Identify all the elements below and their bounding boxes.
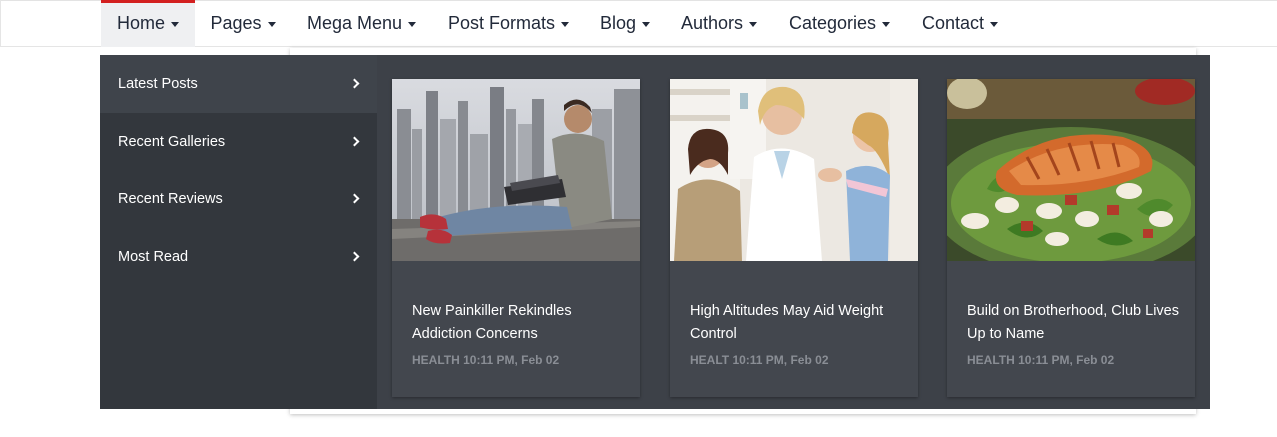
- sidebar-item-label: Most Read: [118, 249, 189, 265]
- nav-contact-label: Contact: [921, 13, 985, 33]
- post-title[interactable]: High Altitudes May Aid Weight Control: [690, 300, 902, 346]
- caret-down-icon: [642, 22, 651, 27]
- chevron-right-icon: [349, 251, 360, 262]
- nav-categories-label: Categories: [788, 13, 877, 33]
- sidebar-item-label: Recent Galleries: [118, 134, 226, 150]
- post-title[interactable]: New Painkiller Rekindles Addiction Conce…: [412, 300, 624, 346]
- nav-pages[interactable]: Pages: [195, 0, 291, 47]
- caret-down-icon: [882, 22, 891, 27]
- post-thumbnail-salmon-salad[interactable]: [947, 79, 1195, 261]
- chevron-right-icon: [349, 193, 360, 204]
- caret-down-icon: [171, 22, 179, 27]
- main-navbar: Home Pages Mega Menu Post Formats Blog A…: [0, 0, 1277, 47]
- chevron-right-icon: [349, 78, 360, 89]
- caret-down-icon: [990, 22, 999, 27]
- nav-post-formats-label: Post Formats: [447, 13, 556, 33]
- nav-pages-label: Pages: [210, 13, 262, 33]
- sidebar-item-most-read[interactable]: Most Read: [100, 228, 377, 286]
- page: Home Pages Mega Menu Post Formats Blog A…: [0, 0, 1277, 437]
- sidebar-item-label: Latest Posts: [118, 76, 198, 92]
- nav-mega-menu-label: Mega Menu: [306, 13, 403, 33]
- post-thumbnail-doctor-with-child[interactable]: [670, 79, 918, 261]
- post-card[interactable]: Build on Brotherhood, Club Lives Up to N…: [947, 79, 1195, 397]
- post-meta: HEALTH 10:11 PM, Feb 02: [967, 353, 1115, 367]
- sidebar-item-latest-posts[interactable]: Latest Posts: [100, 55, 377, 113]
- mega-menu-sidebar: Latest Posts Recent Galleries Recent Rev…: [100, 55, 377, 409]
- sidebar-item-recent-galleries[interactable]: Recent Galleries: [100, 113, 377, 171]
- caret-down-icon: [267, 22, 276, 27]
- post-thumbnail-man-with-laptop[interactable]: [392, 79, 640, 261]
- post-title[interactable]: Build on Brotherhood, Club Lives Up to N…: [967, 300, 1179, 346]
- post-card[interactable]: High Altitudes May Aid Weight Control HE…: [670, 79, 918, 397]
- nav-authors[interactable]: Authors: [665, 0, 773, 47]
- post-card[interactable]: New Painkiller Rekindles Addiction Conce…: [392, 79, 640, 397]
- nav-mega-menu[interactable]: Mega Menu: [291, 0, 432, 47]
- nav-home[interactable]: Home: [101, 0, 195, 47]
- nav-contact[interactable]: Contact: [906, 0, 1014, 47]
- chevron-right-icon: [349, 136, 360, 147]
- nav-blog-label: Blog: [599, 13, 637, 33]
- sidebar-item-recent-reviews[interactable]: Recent Reviews: [100, 170, 377, 228]
- nav-authors-label: Authors: [680, 13, 744, 33]
- nav-categories[interactable]: Categories: [773, 0, 906, 47]
- sidebar-item-label: Recent Reviews: [118, 191, 223, 207]
- post-meta: HEALTH 10:11 PM, Feb 02: [412, 353, 560, 367]
- caret-down-icon: [408, 22, 417, 27]
- mega-menu-dropdown: Latest Posts Recent Galleries Recent Rev…: [100, 55, 1210, 409]
- post-meta: HEALT 10:11 PM, Feb 02: [690, 353, 829, 367]
- nav-post-formats[interactable]: Post Formats: [432, 0, 585, 47]
- caret-down-icon: [749, 22, 758, 27]
- caret-down-icon: [561, 22, 570, 27]
- nav-blog[interactable]: Blog: [585, 0, 665, 47]
- nav-home-label: Home: [116, 13, 165, 33]
